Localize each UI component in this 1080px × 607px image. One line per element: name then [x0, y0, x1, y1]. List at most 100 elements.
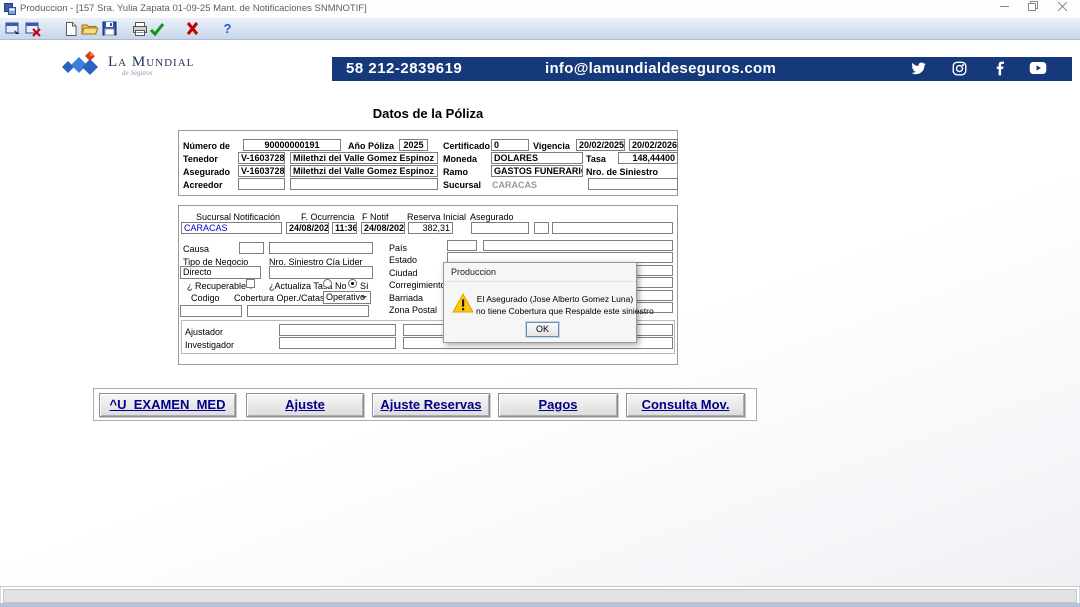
- vigencia-label: Vigencia: [533, 141, 570, 151]
- numero-poliza-field[interactable]: 90000000191: [243, 139, 341, 151]
- cobertura-dropdown[interactable]: Operativo: [323, 291, 371, 304]
- save-button[interactable]: [101, 20, 118, 37]
- tenedor-nombre-field[interactable]: Milethzi del Valle Gomez Espinoz: [290, 152, 438, 164]
- ok-button[interactable]: OK: [526, 322, 559, 337]
- new-document-button[interactable]: [62, 20, 79, 37]
- asegurado-nombre-field[interactable]: Milethzi del Valle Gomez Espinoz: [290, 165, 438, 177]
- vigencia-hasta-field[interactable]: 20/02/2026: [629, 139, 678, 151]
- sucursal-notificacion-field[interactable]: CARACAS: [181, 222, 282, 234]
- moneda-field[interactable]: DOLARES: [491, 152, 583, 164]
- save-icon: [102, 21, 117, 36]
- pais-field[interactable]: [483, 240, 673, 251]
- asegurado-id-field[interactable]: V-16037281: [238, 165, 285, 177]
- certificado-field[interactable]: 0: [491, 139, 529, 151]
- ajuste-reservas-button[interactable]: Ajuste Reservas: [372, 393, 490, 417]
- produccion-dialog: Produccion El Asegurado (Jose Alberto Go…: [443, 262, 637, 343]
- asegurado-nombre-notif-field[interactable]: [552, 222, 673, 234]
- f-ocurrencia-label: F. Ocurrencia: [301, 212, 355, 222]
- print-button[interactable]: [131, 20, 148, 37]
- ajustador-label: Ajustador: [185, 327, 223, 337]
- recuperable-checkbox[interactable]: [246, 279, 255, 288]
- help-icon: ?: [224, 21, 232, 36]
- restore-icon: [1028, 1, 1038, 11]
- anio-poliza-field[interactable]: 2025: [399, 139, 428, 151]
- actualiza-tasa-no-label: No: [335, 281, 347, 291]
- hora-ocurrencia-field[interactable]: 11:36: [332, 222, 357, 234]
- ajuste-button[interactable]: Ajuste: [246, 393, 364, 417]
- tasa-label: Tasa: [586, 154, 606, 164]
- window-frame-bottom: [0, 603, 1080, 607]
- sucursal-notificacion-label: Sucursal Notificación: [196, 212, 280, 222]
- sucursal-label: Sucursal: [443, 180, 481, 190]
- cancel-button[interactable]: [184, 20, 201, 37]
- causa-label: Causa: [183, 244, 209, 254]
- twitter-icon[interactable]: [910, 61, 927, 77]
- dialog-title: Produccion: [451, 267, 496, 277]
- restore-button[interactable]: [1019, 1, 1047, 17]
- fecha-notif-field[interactable]: 24/08/2025: [361, 222, 405, 234]
- pais-codigo-field[interactable]: [447, 240, 477, 251]
- confirm-check-icon: [149, 21, 165, 37]
- actualiza-tasa-no-radio[interactable]: [323, 279, 332, 288]
- ramo-field[interactable]: GASTOS FUNERARIO: [491, 165, 583, 177]
- numero-label: Número de: [183, 141, 230, 151]
- youtube-icon[interactable]: [1029, 61, 1046, 77]
- asegurado-notif-label: Asegurado: [470, 212, 514, 222]
- acreedor-id-field[interactable]: [238, 178, 285, 190]
- certificado-label: Certificado: [443, 141, 490, 151]
- tipo-negocio-field[interactable]: Directo: [180, 266, 261, 279]
- la-mundial-logo-icon: [60, 50, 106, 80]
- confirm-button[interactable]: [148, 20, 165, 37]
- ajustador-codigo-field[interactable]: [279, 324, 396, 336]
- actualiza-tasa-si-label: Sí: [360, 281, 369, 291]
- reserva-inicial-label: Reserva Inicial: [407, 212, 466, 222]
- pagos-button[interactable]: Pagos: [498, 393, 618, 417]
- actions-bar: ^U_EXAMEN_MED Ajuste Ajuste Reservas Pag…: [93, 388, 757, 421]
- fecha-ocurrencia-field[interactable]: 24/08/2025: [286, 222, 329, 234]
- warning-icon: [452, 293, 474, 313]
- nro-siniestro-label: Nro. de Siniestro: [586, 167, 658, 177]
- cobertura-desc-field[interactable]: [247, 305, 369, 317]
- tasa-field[interactable]: 148,44400: [618, 152, 678, 164]
- nro-siniestro-cia-field[interactable]: [269, 266, 373, 279]
- causa-codigo-field[interactable]: [239, 242, 264, 254]
- causa-desc-field[interactable]: [269, 242, 373, 254]
- zona-postal-label: Zona Postal: [389, 305, 437, 315]
- minimize-icon: [1000, 2, 1009, 11]
- codigo-cobertura-field[interactable]: [180, 305, 242, 317]
- print-icon: [132, 21, 148, 37]
- vigencia-desde-field[interactable]: 20/02/2025: [576, 139, 625, 151]
- consulta-mov-button[interactable]: Consulta Mov.: [626, 393, 745, 417]
- examen-medico-button[interactable]: ^U_EXAMEN_MED: [99, 393, 236, 417]
- facebook-icon[interactable]: [993, 61, 1010, 77]
- asegurado-tipo-field[interactable]: [534, 222, 549, 234]
- actualiza-tasa-si-radio[interactable]: [348, 279, 357, 288]
- codigo-label: Codigo: [191, 293, 220, 303]
- f-notif-label: F Notif: [362, 212, 389, 222]
- toolbar: ?: [0, 18, 1080, 40]
- open-folder-button[interactable]: [81, 20, 98, 37]
- help-button[interactable]: ?: [219, 20, 236, 37]
- instagram-icon[interactable]: [952, 61, 969, 77]
- investigador-codigo-field[interactable]: [279, 337, 396, 349]
- reserva-inicial-field[interactable]: 382,31: [408, 222, 453, 234]
- form-delete-icon: [25, 21, 41, 37]
- form-new-button[interactable]: [4, 20, 21, 37]
- close-button[interactable]: [1048, 1, 1076, 17]
- acreedor-nombre-field[interactable]: [290, 178, 438, 190]
- form-delete-button[interactable]: [24, 20, 41, 37]
- minimize-button[interactable]: [990, 1, 1018, 17]
- cancel-x-icon: [185, 21, 200, 36]
- asegurado-codigo-field[interactable]: [471, 222, 529, 234]
- dialog-message-line1: El Asegurado (Jose Alberto Gomez Luna): [476, 294, 634, 304]
- policy-panel: Número de Tenedor Asegurado Acreedor 900…: [178, 130, 678, 196]
- tenedor-id-field[interactable]: V-16037281: [238, 152, 285, 164]
- nro-siniestro-field[interactable]: [588, 178, 678, 190]
- ramo-label: Ramo: [443, 167, 468, 177]
- application-window: Produccion - [157 Sra. Yulia Zapata 01-0…: [0, 0, 1080, 607]
- contact-email: info@lamundialdeseguros.com: [545, 60, 776, 77]
- phone-number: 58 212-2839619: [346, 60, 462, 77]
- asegurado-label: Asegurado: [183, 167, 230, 177]
- estado-label: Estado: [389, 255, 417, 265]
- window-titlebar: Produccion - [157 Sra. Yulia Zapata 01-0…: [0, 0, 1080, 18]
